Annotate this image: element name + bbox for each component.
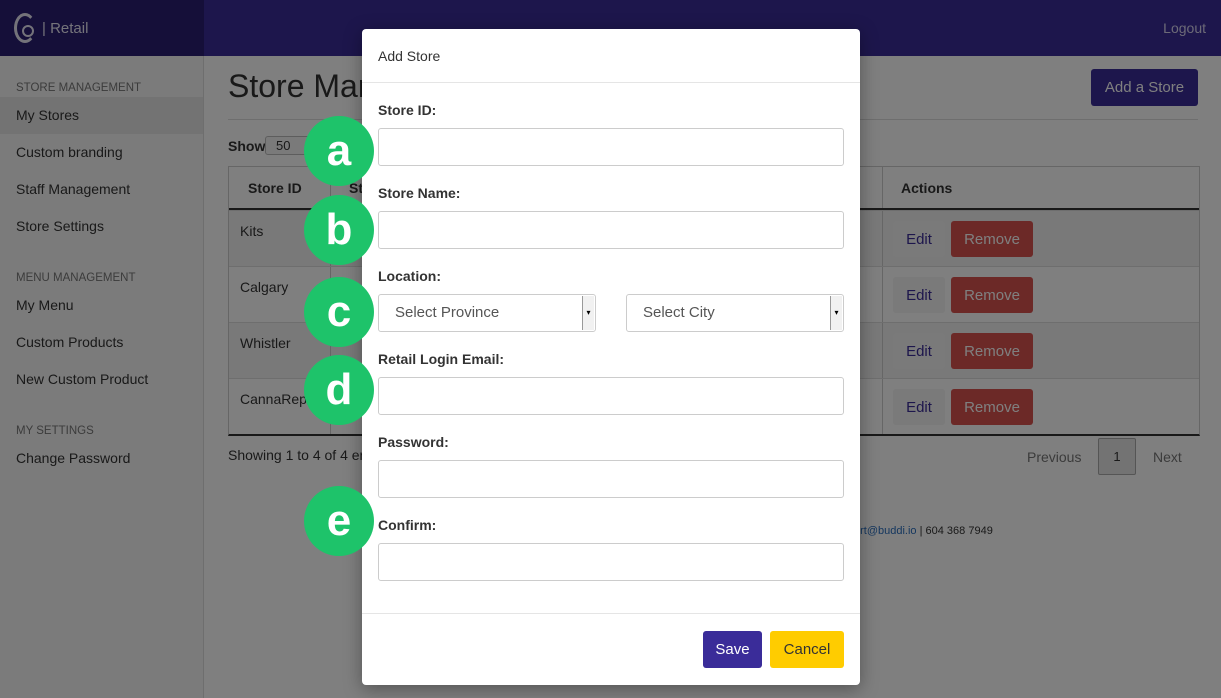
password-input[interactable] <box>378 460 844 498</box>
store-id-input[interactable] <box>378 128 844 166</box>
callout-badge-b: b <box>304 195 374 265</box>
city-select[interactable]: Select City ▾ <box>626 294 844 332</box>
cancel-button[interactable]: Cancel <box>770 631 844 668</box>
confirm-label: Confirm: <box>378 517 437 533</box>
store-name-input[interactable] <box>378 211 844 249</box>
callout-badge-e: e <box>304 486 374 556</box>
store-name-label: Store Name: <box>378 185 461 201</box>
callout-badge-a: a <box>304 116 374 186</box>
password-label: Password: <box>378 434 449 450</box>
email-label: Retail Login Email: <box>378 351 505 367</box>
city-select-value: Select City <box>643 304 715 321</box>
confirm-password-input[interactable] <box>378 543 844 581</box>
save-button[interactable]: Save <box>703 631 762 668</box>
email-input[interactable] <box>378 377 844 415</box>
callout-badge-c: c <box>304 277 374 347</box>
location-label: Location: <box>378 268 441 284</box>
province-select-value: Select Province <box>395 304 500 321</box>
modal-title: Add Store <box>362 29 860 83</box>
province-select[interactable]: Select Province ▾ <box>378 294 596 332</box>
callout-badge-d: d <box>304 355 374 425</box>
modal-footer: Save Cancel <box>362 613 860 685</box>
store-id-label: Store ID: <box>378 102 437 118</box>
dropdown-arrow-icon: ▾ <box>830 296 842 330</box>
dropdown-arrow-icon: ▾ <box>582 296 594 330</box>
add-store-modal: Add Store Store ID: Store Name: Location… <box>362 29 860 685</box>
